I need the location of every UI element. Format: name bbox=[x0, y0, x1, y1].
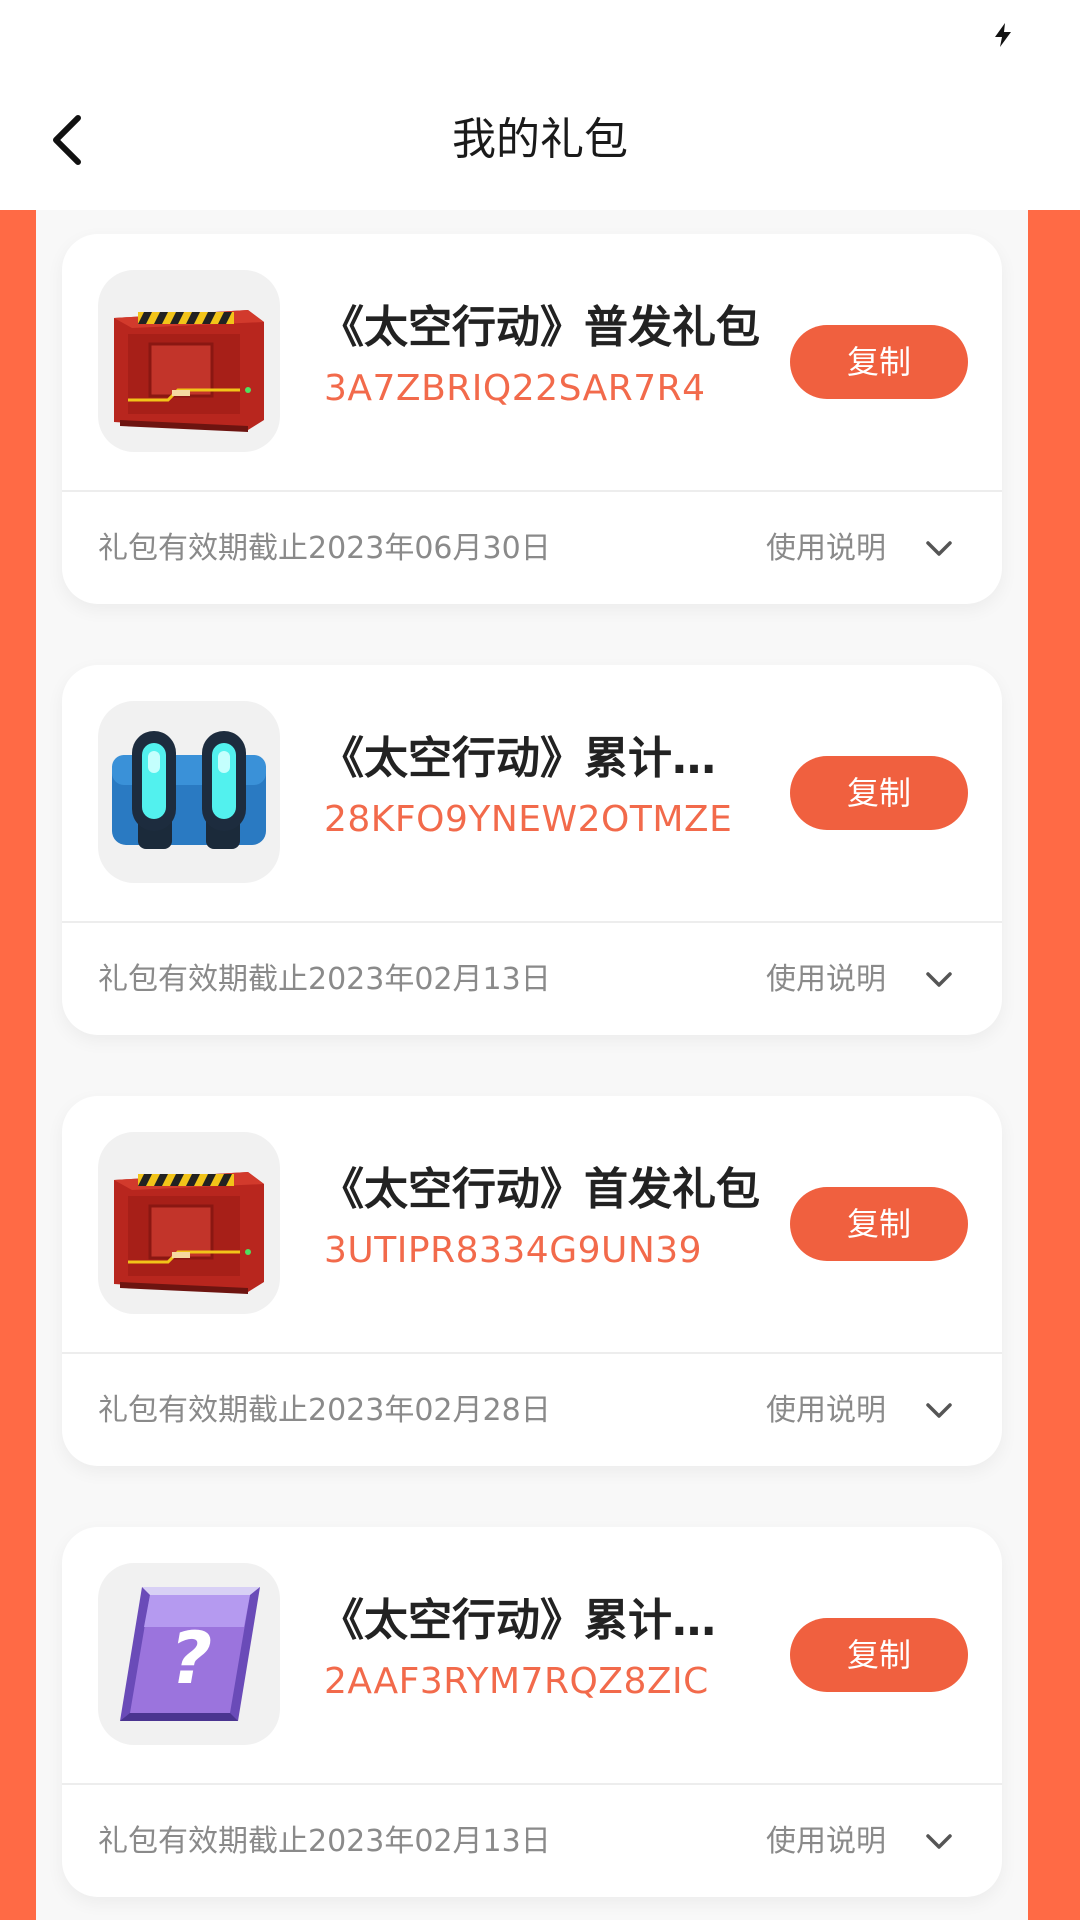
chevron-down-icon bbox=[926, 1834, 952, 1849]
divider bbox=[62, 921, 1002, 923]
chevron-left-icon bbox=[53, 115, 81, 165]
gift-thumbnail: ? bbox=[98, 1563, 280, 1745]
chevron-down-icon bbox=[926, 541, 952, 556]
expiry-date: 礼包有效期截止2023年02月13日 bbox=[98, 1824, 551, 1859]
expiry-date: 礼包有效期截止2023年02月28日 bbox=[98, 1393, 551, 1428]
expiry-date: 礼包有效期截止2023年06月30日 bbox=[98, 531, 551, 566]
bolt-icon bbox=[995, 23, 1011, 47]
page-title: 我的礼包 bbox=[452, 114, 628, 165]
gift-title: 《太空行动》累计… bbox=[320, 733, 716, 784]
gift-list[interactable]: 《太空行动》普发礼包 3A7ZBRIQ22SAR7R4 复制 礼包有效期截止20… bbox=[36, 210, 1028, 1920]
status-bar bbox=[0, 0, 1080, 70]
gift-title: 《太空行动》首发礼包 bbox=[320, 1164, 760, 1215]
copy-button[interactable]: 复制 bbox=[790, 325, 968, 399]
usage-instructions-toggle[interactable]: 使用说明 bbox=[766, 1386, 972, 1436]
gift-card: ? 《太空行动》累计… 2AAF3RYM7RQZ8ZIC 复制 礼包有效期截止2… bbox=[62, 1527, 1002, 1897]
usage-instructions-label: 使用说明 bbox=[766, 962, 886, 997]
gift-code: 3A7ZBRIQ22SAR7R4 bbox=[324, 368, 706, 409]
gift-title: 《太空行动》普发礼包 bbox=[320, 302, 760, 353]
chevron-down-icon bbox=[926, 972, 952, 987]
gift-thumbnail bbox=[98, 1132, 280, 1314]
gift-code: 3UTIPR8334G9UN39 bbox=[324, 1230, 703, 1271]
gift-card: 《太空行动》普发礼包 3A7ZBRIQ22SAR7R4 复制 礼包有效期截止20… bbox=[62, 234, 1002, 604]
gift-card: 《太空行动》累计… 28KFO9YNEW2OTMZE 复制 礼包有效期截止202… bbox=[62, 665, 1002, 1035]
expiry-date: 礼包有效期截止2023年02月13日 bbox=[98, 962, 551, 997]
divider bbox=[62, 490, 1002, 492]
red-crate-icon bbox=[114, 310, 264, 432]
gift-code: 28KFO9YNEW2OTMZE bbox=[324, 799, 733, 840]
divider bbox=[62, 1783, 1002, 1785]
chevron-down-icon bbox=[926, 1403, 952, 1418]
usage-instructions-label: 使用说明 bbox=[766, 1824, 886, 1859]
back-button[interactable] bbox=[38, 110, 98, 170]
red-crate-icon bbox=[114, 1172, 264, 1294]
gift-code: 2AAF3RYM7RQZ8ZIC bbox=[324, 1661, 709, 1702]
divider bbox=[62, 1352, 1002, 1354]
usage-instructions-label: 使用说明 bbox=[766, 531, 886, 566]
gift-card: 《太空行动》首发礼包 3UTIPR8334G9UN39 复制 礼包有效期截止20… bbox=[62, 1096, 1002, 1466]
nav-bar: 我的礼包 bbox=[0, 70, 1080, 210]
mystery-card-icon: ? bbox=[120, 1587, 260, 1721]
usage-instructions-toggle[interactable]: 使用说明 bbox=[766, 524, 972, 574]
usage-instructions-label: 使用说明 bbox=[766, 1393, 886, 1428]
gift-thumbnail bbox=[98, 270, 280, 452]
copy-button[interactable]: 复制 bbox=[790, 756, 968, 830]
usage-instructions-toggle[interactable]: 使用说明 bbox=[766, 1817, 972, 1867]
blue-thruster-icon bbox=[112, 731, 266, 849]
gift-list-area: 《太空行动》普发礼包 3A7ZBRIQ22SAR7R4 复制 礼包有效期截止20… bbox=[0, 210, 1080, 1920]
gift-thumbnail bbox=[98, 701, 280, 883]
copy-button[interactable]: 复制 bbox=[790, 1187, 968, 1261]
usage-instructions-toggle[interactable]: 使用说明 bbox=[766, 955, 972, 1005]
copy-button[interactable]: 复制 bbox=[790, 1618, 968, 1692]
gift-title: 《太空行动》累计… bbox=[320, 1595, 716, 1646]
